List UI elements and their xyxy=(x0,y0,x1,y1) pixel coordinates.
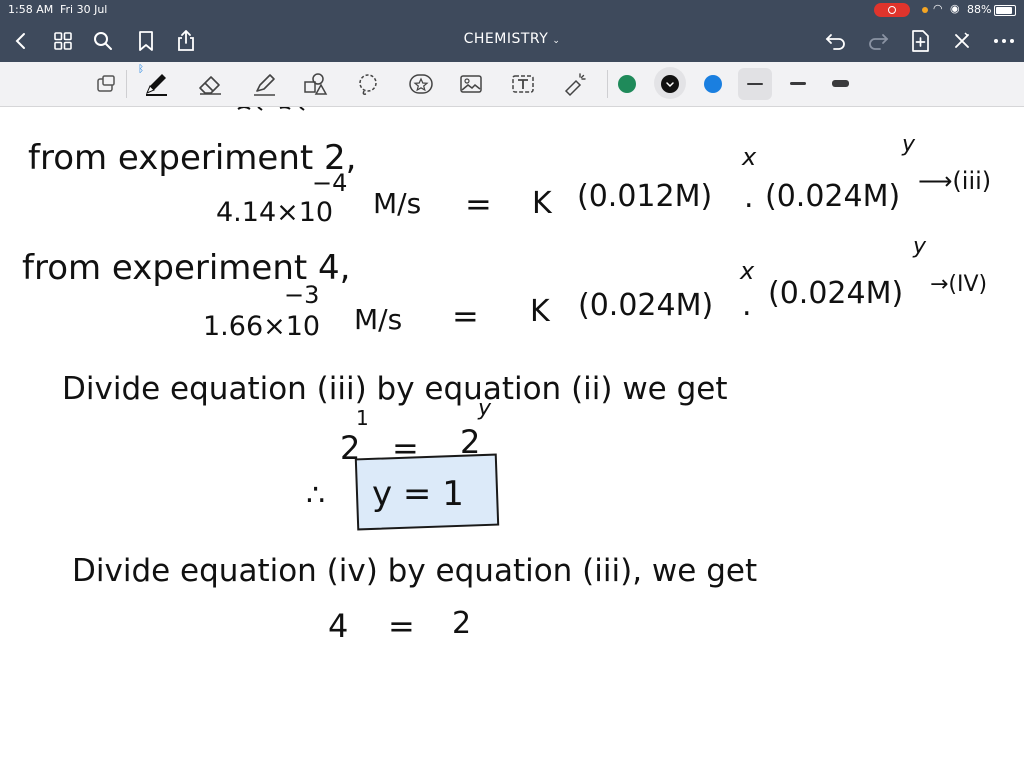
divide-instruction-2: Divide equation (iv) by equation (iii), … xyxy=(72,553,757,589)
undo-icon[interactable] xyxy=(823,28,849,54)
rate-constant: K xyxy=(530,294,551,329)
close-icon[interactable] xyxy=(949,28,975,54)
multiply-dot: . xyxy=(744,180,754,215)
status-date: Fri 30 Jul xyxy=(60,3,108,16)
stroke-width-thin[interactable] xyxy=(747,83,763,85)
lasso-icon[interactable] xyxy=(354,70,382,98)
equation-tag-iv: →(IV) xyxy=(930,272,987,297)
highlighter-icon[interactable] xyxy=(250,70,278,98)
exponent-x: x xyxy=(741,143,757,171)
value-four: 4 xyxy=(328,607,348,645)
rate-unit-2: M/s xyxy=(373,187,421,220)
redo-icon[interactable] xyxy=(865,28,891,54)
mic-in-use-indicator xyxy=(922,7,928,13)
answer-y-equals-1: y = 1 xyxy=(372,474,464,514)
heading-experiment-2: from experiment 2, xyxy=(28,138,356,178)
color-swatch-green[interactable] xyxy=(618,75,636,93)
wifi-icon: ◠ xyxy=(933,2,943,15)
status-time: 1:58 AM xyxy=(8,3,54,16)
lasso-select-icon[interactable] xyxy=(92,70,120,98)
therefore-symbol: ∴ xyxy=(306,478,325,513)
equation-tag-iii: ⟶(iii) xyxy=(918,167,991,195)
pen-icon[interactable]: ᛒ xyxy=(138,64,170,98)
add-page-icon[interactable] xyxy=(907,28,933,54)
concentration-term: (0.012M) xyxy=(577,179,712,214)
concentration-term: (0.024M) xyxy=(578,288,713,323)
color-swatch-black[interactable] xyxy=(661,75,679,93)
rate-exponent-2: −4 xyxy=(312,169,347,197)
stroke-width-medium[interactable] xyxy=(790,82,806,85)
rate-unit-4: M/s xyxy=(354,303,402,336)
screen-recording-indicator[interactable] xyxy=(874,3,910,17)
exponent-y: y xyxy=(901,132,916,157)
bluetooth-icon: ᛒ xyxy=(138,64,144,75)
concentration-term: (0.024M) xyxy=(768,276,903,311)
sticker-icon[interactable] xyxy=(407,70,435,98)
eraser-icon[interactable] xyxy=(196,70,224,98)
equals-sign: = xyxy=(452,297,479,335)
exponent-y: y xyxy=(912,234,927,259)
battery-percent: 88% xyxy=(967,3,992,16)
base-two: 2 xyxy=(452,606,471,641)
rate-value-4: 1.66×10 xyxy=(203,311,320,342)
exponent-x: x xyxy=(739,257,755,285)
nav-bar: CHEMISTRY ⌄ xyxy=(0,20,1024,62)
note-canvas[interactable]: from experiment 2, 4.14×10 −4 M/s = K (0… xyxy=(0,107,1024,768)
color-swatch-blue[interactable] xyxy=(704,75,722,93)
rate-exponent-4: −3 xyxy=(284,281,319,309)
image-icon[interactable] xyxy=(457,70,485,98)
rotation-lock-icon: ◉ xyxy=(950,2,960,15)
stroke-width-thick[interactable] xyxy=(832,80,849,87)
shapes-icon[interactable] xyxy=(301,70,329,98)
rate-constant: K xyxy=(532,186,553,221)
exponent-y: y xyxy=(477,396,492,421)
chevron-down-icon: ⌄ xyxy=(552,36,561,46)
equals-sign: = xyxy=(465,185,492,223)
document-title: CHEMISTRY xyxy=(463,31,549,47)
text-icon[interactable] xyxy=(509,70,537,98)
drawing-toolbar: ᛒ xyxy=(0,62,1024,107)
rate-value-2: 4.14×10 xyxy=(216,197,333,228)
divide-instruction-1: Divide equation (iii) by equation (ii) w… xyxy=(62,371,728,407)
equals-sign: = xyxy=(388,607,415,645)
laser-pointer-icon[interactable] xyxy=(561,70,589,98)
battery-icon xyxy=(994,5,1016,16)
concentration-term: (0.024M) xyxy=(765,179,900,214)
more-icon[interactable] xyxy=(991,28,1017,54)
exponent-one: 1 xyxy=(356,406,369,430)
status-bar: 1:58 AM Fri 30 Jul ◠ ◉ 88% xyxy=(0,0,1024,20)
multiply-dot: . xyxy=(742,288,752,323)
